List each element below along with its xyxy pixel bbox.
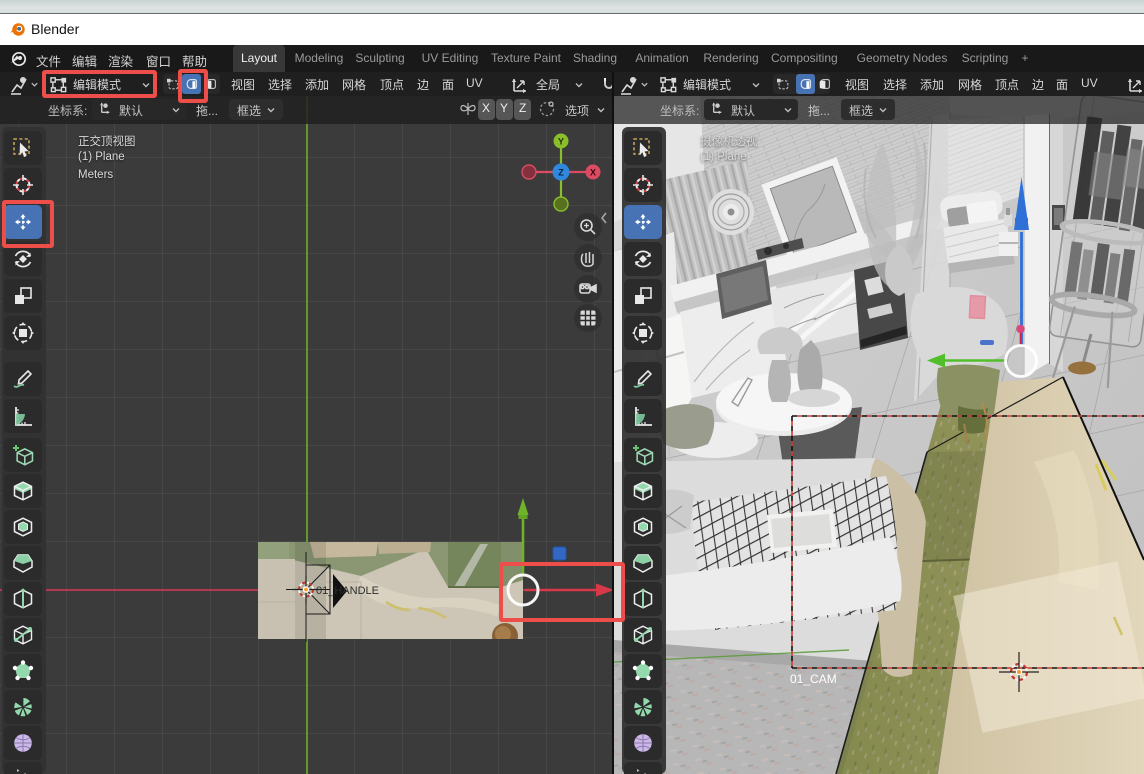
svg-text:X: X xyxy=(590,168,596,178)
svg-text:01_HANDLE: 01_HANDLE xyxy=(316,585,379,597)
svg-text:Y: Y xyxy=(558,137,564,147)
svg-text:01_CAM: 01_CAM xyxy=(790,672,837,686)
svg-text:Z: Z xyxy=(558,168,564,178)
